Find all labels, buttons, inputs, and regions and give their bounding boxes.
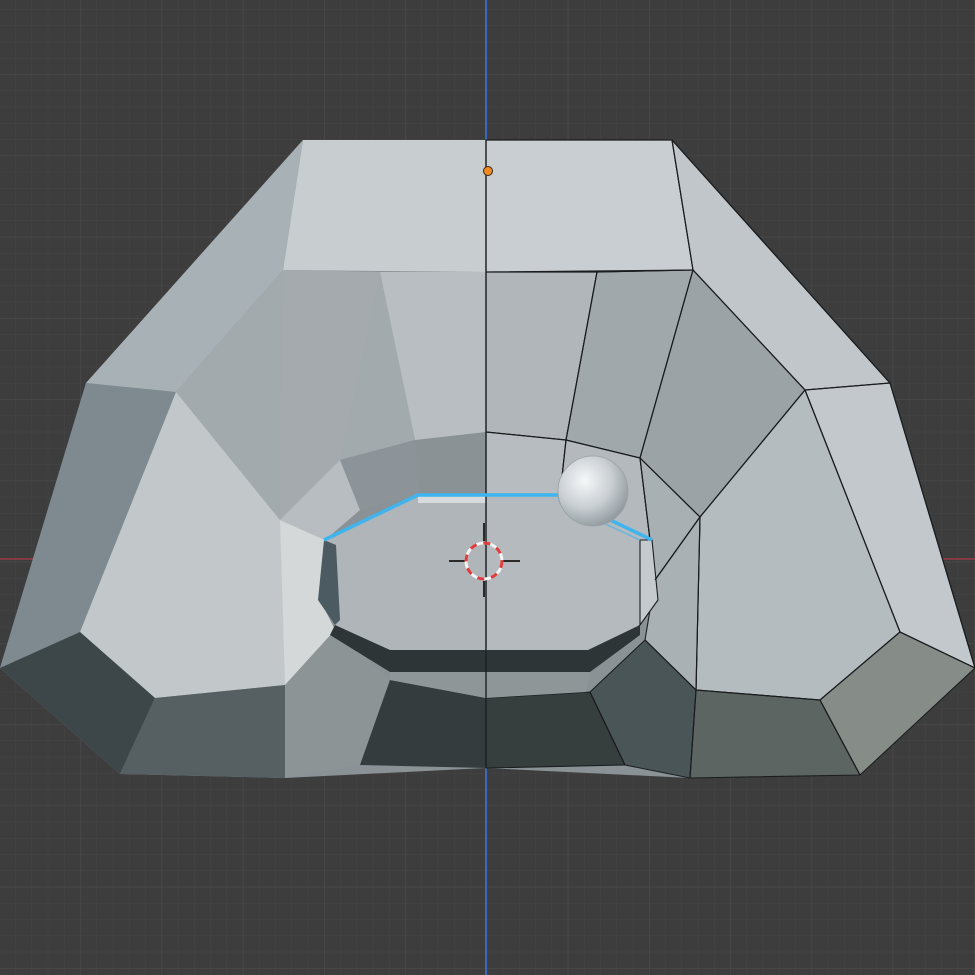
object-origin-icon <box>483 166 493 176</box>
matcap-sphere-icon <box>557 455 629 527</box>
3d-viewport[interactable] <box>0 0 975 975</box>
